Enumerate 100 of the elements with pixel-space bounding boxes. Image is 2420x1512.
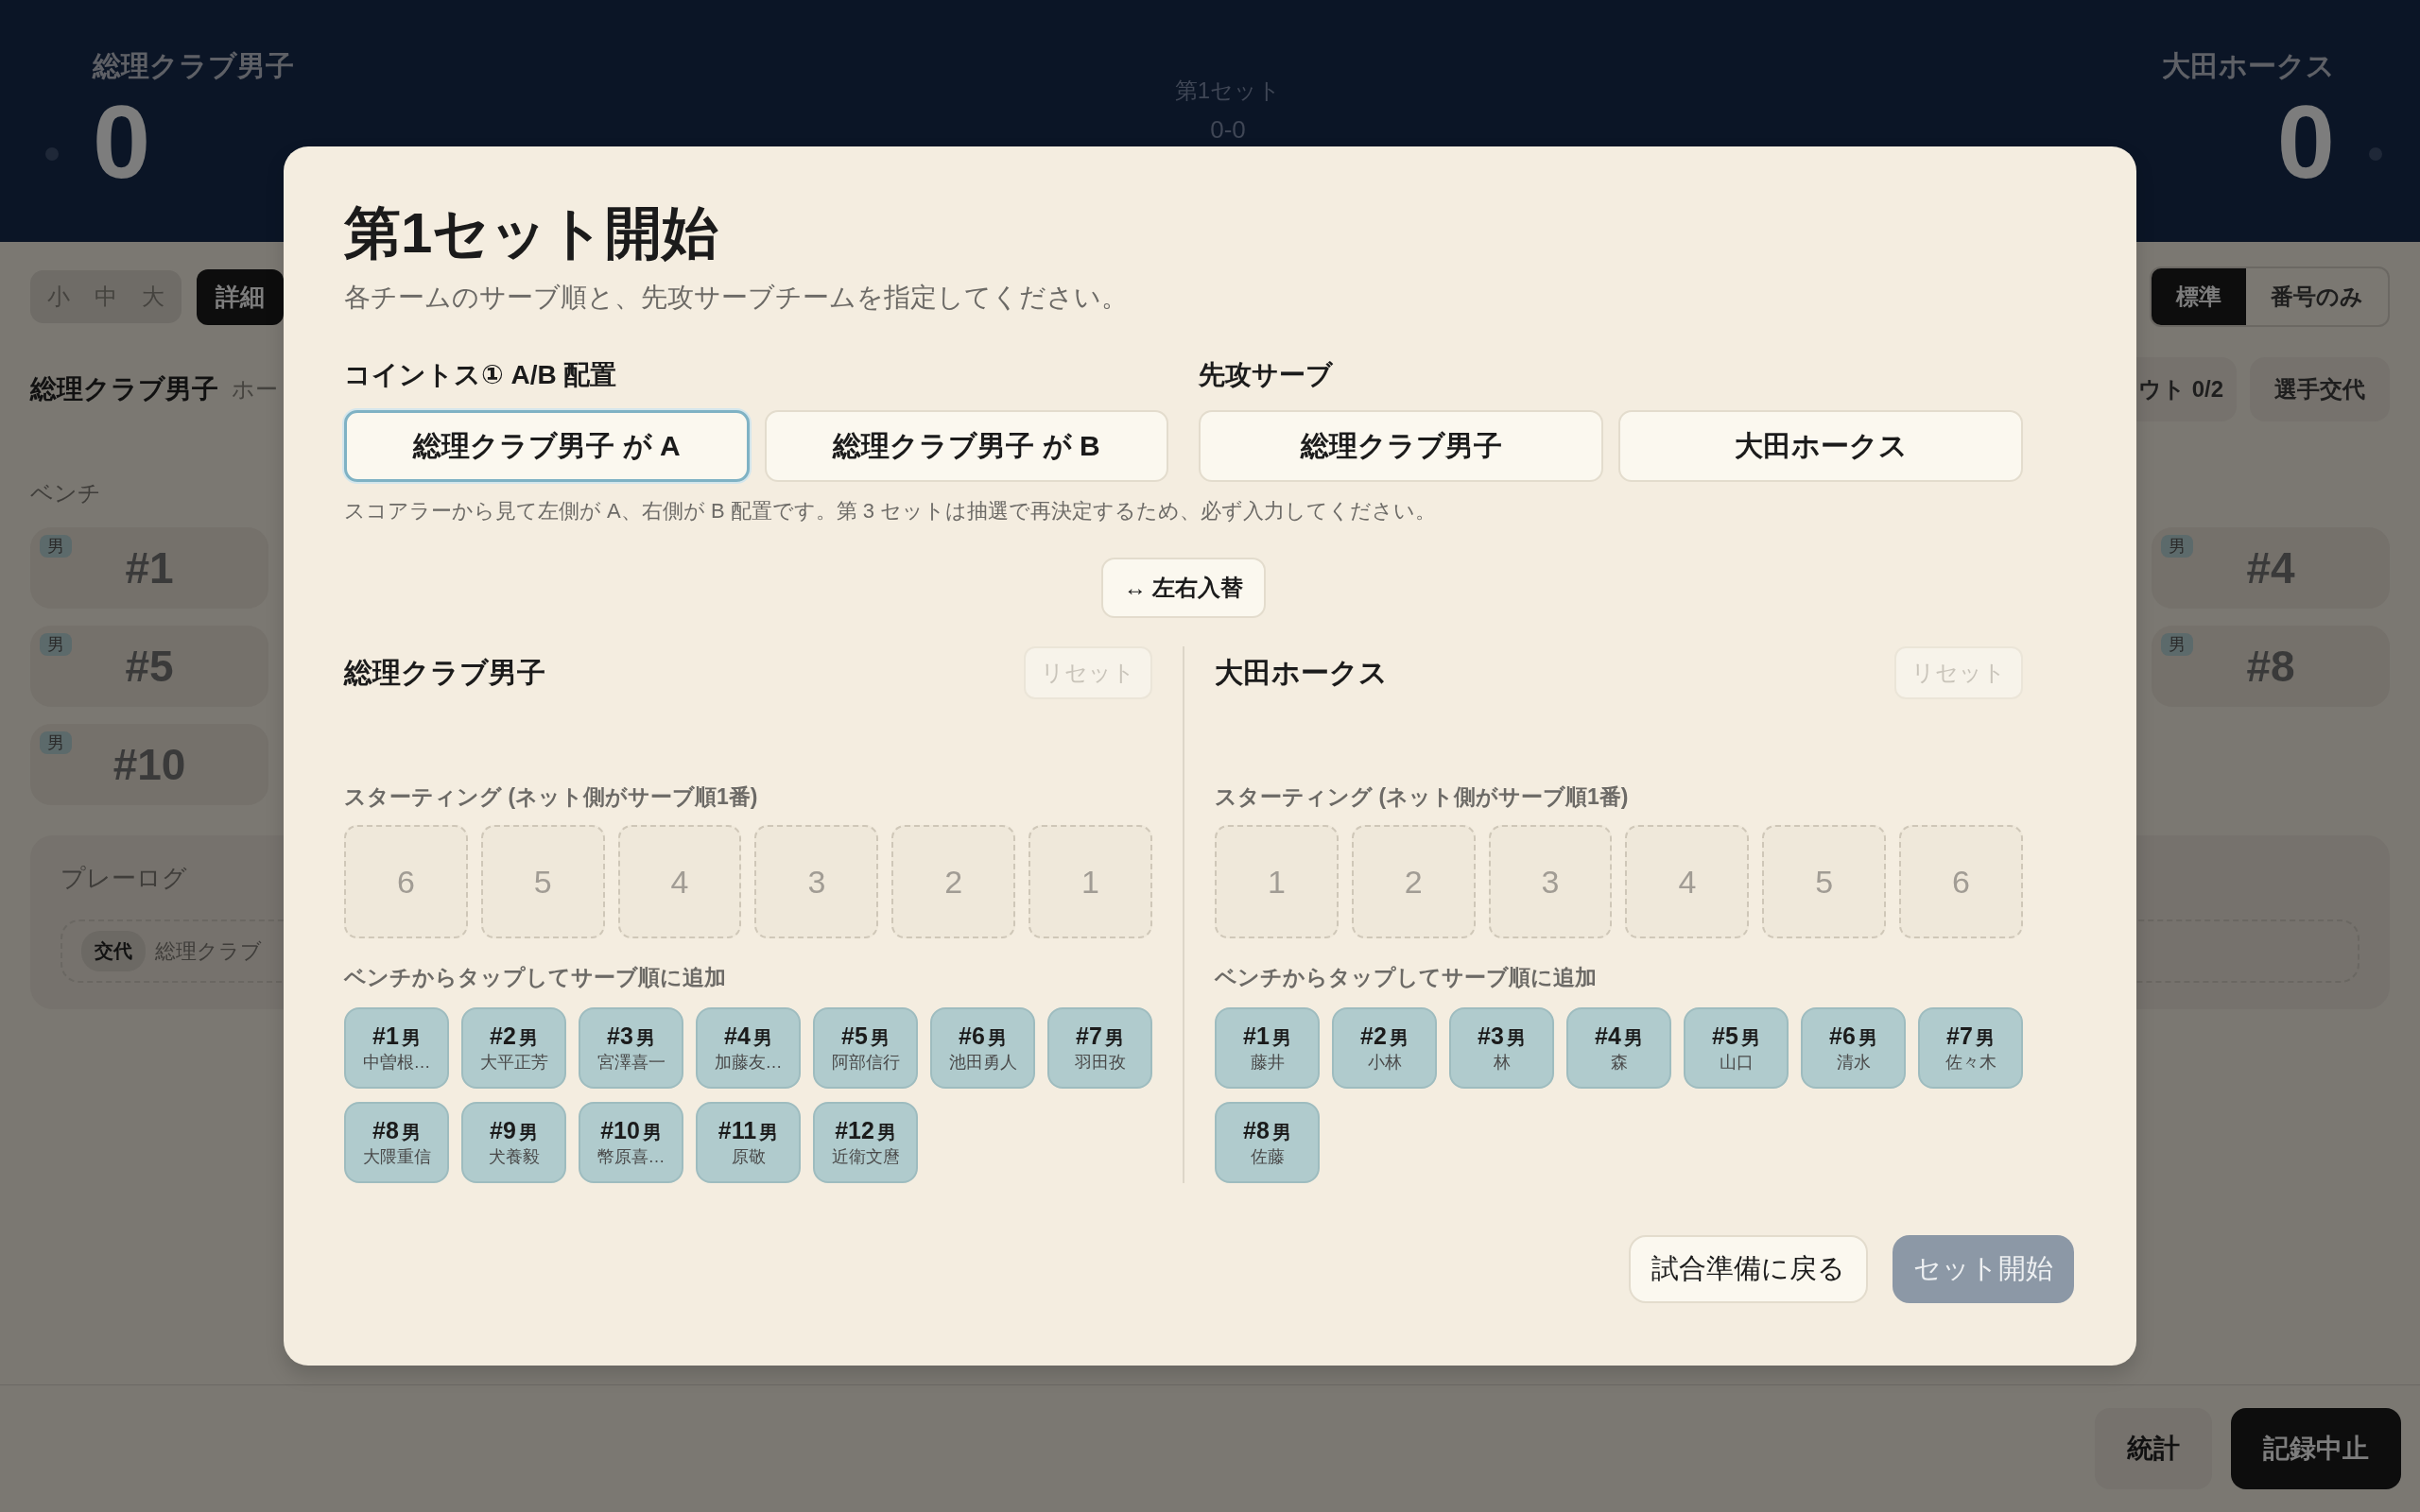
player-chip[interactable]: #2男 小林 bbox=[1332, 1007, 1437, 1089]
home-score: 0 bbox=[93, 90, 152, 194]
player-number: #7男 bbox=[1946, 1022, 1995, 1051]
player-chip[interactable]: #2男 大平正芳 bbox=[461, 1007, 566, 1089]
player-name: 清水 bbox=[1836, 1052, 1871, 1074]
first-serve-option[interactable]: 大田ホークス bbox=[1618, 410, 2023, 482]
detail-toggle[interactable]: 詳細 bbox=[197, 268, 284, 325]
team-action-button[interactable]: 選手交代 bbox=[2250, 357, 2390, 421]
player-number: #8 bbox=[2246, 641, 2295, 692]
player-number: #5男 bbox=[841, 1022, 890, 1051]
player-chip[interactable]: #1男 藤井 bbox=[1215, 1007, 1320, 1089]
player-name: 原敬 bbox=[731, 1146, 766, 1168]
player-number: #8男 bbox=[1243, 1117, 1291, 1145]
player-number: #5男 bbox=[1712, 1022, 1760, 1051]
player-chip[interactable]: #6男 清水 bbox=[1801, 1007, 1906, 1089]
player-name: 幣原喜… bbox=[596, 1146, 666, 1168]
gender-tag: 男 bbox=[40, 535, 72, 558]
player-name: 林 bbox=[1493, 1052, 1511, 1074]
player-number: #10男 bbox=[600, 1117, 662, 1145]
coin-toss-option[interactable]: 総理クラブ男子 が B bbox=[765, 410, 1168, 482]
player-name: 近衛文麿 bbox=[831, 1146, 900, 1168]
player-chip[interactable]: #7男 羽田孜 bbox=[1047, 1007, 1152, 1089]
player-chip[interactable]: #3男 林 bbox=[1449, 1007, 1554, 1089]
starting-label: スターティング (ネット側がサーブ順1番) bbox=[1215, 783, 1630, 811]
player-name: 犬養毅 bbox=[488, 1146, 540, 1168]
player-chip[interactable]: #11男 原敬 bbox=[696, 1102, 801, 1183]
player-chip[interactable]: #4男 森 bbox=[1566, 1007, 1671, 1089]
player-name: 大平正芳 bbox=[479, 1052, 548, 1074]
player-chip[interactable]: #6男 池田勇人 bbox=[930, 1007, 1035, 1089]
footer-button[interactable]: 統計 bbox=[2095, 1408, 2212, 1489]
player-chip[interactable]: #1男 中曽根… bbox=[344, 1007, 449, 1089]
player-number: #1 bbox=[125, 542, 174, 593]
dialog-action-button[interactable]: 試合準備に戻る bbox=[1629, 1235, 1868, 1303]
player-name: 小林 bbox=[1367, 1052, 1402, 1074]
player-number: #8男 bbox=[372, 1117, 421, 1145]
player-name: 大隈重信 bbox=[362, 1146, 431, 1168]
player-name: 加藤友… bbox=[714, 1052, 783, 1074]
player-number: #1男 bbox=[1243, 1022, 1291, 1051]
player-chip[interactable]: #3男 宮澤喜一 bbox=[579, 1007, 683, 1089]
bench-hint: ベンチからタップしてサーブ順に追加 bbox=[344, 964, 727, 991]
player-name: 佐藤 bbox=[1250, 1146, 1285, 1168]
player-name: 藤井 bbox=[1250, 1052, 1285, 1074]
player-name: 羽田孜 bbox=[1074, 1052, 1126, 1074]
bench-hint: ベンチからタップしてサーブ順に追加 bbox=[1215, 964, 1598, 991]
dialog-title: 第1セット開始 bbox=[344, 200, 720, 266]
coin-toss-label: コイントス① A/B 配置 bbox=[344, 359, 618, 391]
player-card[interactable]: 男 #8 bbox=[2152, 626, 2390, 707]
player-chip[interactable]: #5男 山口 bbox=[1684, 1007, 1789, 1089]
player-number: #3男 bbox=[1478, 1022, 1526, 1051]
player-number: #2男 bbox=[1360, 1022, 1409, 1051]
player-chip[interactable]: #5男 阿部信行 bbox=[813, 1007, 918, 1089]
player-chip[interactable]: #4男 加藤友… bbox=[696, 1007, 801, 1089]
player-number: #7男 bbox=[1076, 1022, 1124, 1051]
player-number: #4男 bbox=[1595, 1022, 1643, 1051]
player-name: 佐々木 bbox=[1945, 1052, 1996, 1074]
player-number: #11男 bbox=[717, 1117, 779, 1145]
coin-toss-option[interactable]: 総理クラブ男子 が A bbox=[344, 410, 750, 482]
away-score: 0 bbox=[2276, 90, 2335, 194]
first-serve-label: 先攻サーブ bbox=[1199, 359, 1334, 391]
display-mode-option[interactable]: 番号のみ bbox=[2246, 268, 2388, 325]
player-number: #5 bbox=[125, 641, 174, 692]
bench-label: ベンチ bbox=[30, 479, 102, 507]
footer-button[interactable]: 記録中止 bbox=[2231, 1408, 2401, 1489]
player-number: #3男 bbox=[607, 1022, 655, 1051]
player-number: #2男 bbox=[490, 1022, 538, 1051]
player-number: #6男 bbox=[959, 1022, 1007, 1051]
player-card[interactable]: 男 #10 bbox=[30, 724, 268, 805]
dialog-subtitle: 各チームのサーブ順と、先攻サーブチームを指定してください。 bbox=[344, 282, 1129, 314]
away-team-name: 大田ホークス bbox=[2162, 49, 2335, 83]
player-card[interactable]: 男 #5 bbox=[30, 626, 268, 707]
player-chip[interactable]: #8男 大隈重信 bbox=[344, 1102, 449, 1183]
player-number: #1男 bbox=[372, 1022, 421, 1051]
player-number: #12男 bbox=[835, 1117, 896, 1145]
player-name: 宮澤喜一 bbox=[596, 1052, 666, 1074]
gender-tag: 男 bbox=[40, 633, 72, 656]
player-name: 山口 bbox=[1719, 1052, 1754, 1074]
gender-tag: 男 bbox=[2161, 633, 2193, 656]
player-name: 中曽根… bbox=[362, 1052, 431, 1074]
player-chip[interactable]: #10男 幣原喜… bbox=[579, 1102, 683, 1183]
team-name: 大田ホークス bbox=[1215, 655, 1388, 690]
player-chip[interactable]: #8男 佐藤 bbox=[1215, 1102, 1320, 1183]
swap-sides-button[interactable]: ↔ 左右入替 bbox=[1100, 558, 1267, 618]
starting-label: スターティング (ネット側がサーブ順1番) bbox=[344, 783, 759, 811]
first-serve-option[interactable]: 総理クラブ男子 bbox=[1199, 410, 1603, 482]
player-card[interactable]: 男 #1 bbox=[30, 527, 268, 609]
log-tag: 交代 bbox=[81, 931, 146, 971]
player-chip[interactable]: #12男 近衛文麿 bbox=[813, 1102, 918, 1183]
player-name: 池田勇人 bbox=[948, 1052, 1017, 1074]
player-card[interactable]: 男 #4 bbox=[2152, 527, 2390, 609]
player-number: #9男 bbox=[490, 1117, 538, 1145]
player-chip[interactable]: #9男 犬養毅 bbox=[461, 1102, 566, 1183]
team-name: 総理クラブ男子 bbox=[344, 655, 545, 690]
player-chip[interactable]: #7男 佐々木 bbox=[1918, 1007, 2023, 1089]
gender-tag: 男 bbox=[2161, 535, 2193, 558]
player-number: #6男 bbox=[1829, 1022, 1877, 1051]
player-number: #10 bbox=[112, 739, 186, 790]
display-mode-option[interactable]: 標準 bbox=[2152, 268, 2246, 325]
player-name: 阿部信行 bbox=[831, 1052, 900, 1074]
placement-note: スコアラーから見て左側が A、右側が B 配置です。第 3 セットは抽選で再決定するため、必ず入力してください。 bbox=[344, 498, 1438, 524]
player-name: 森 bbox=[1610, 1052, 1628, 1074]
